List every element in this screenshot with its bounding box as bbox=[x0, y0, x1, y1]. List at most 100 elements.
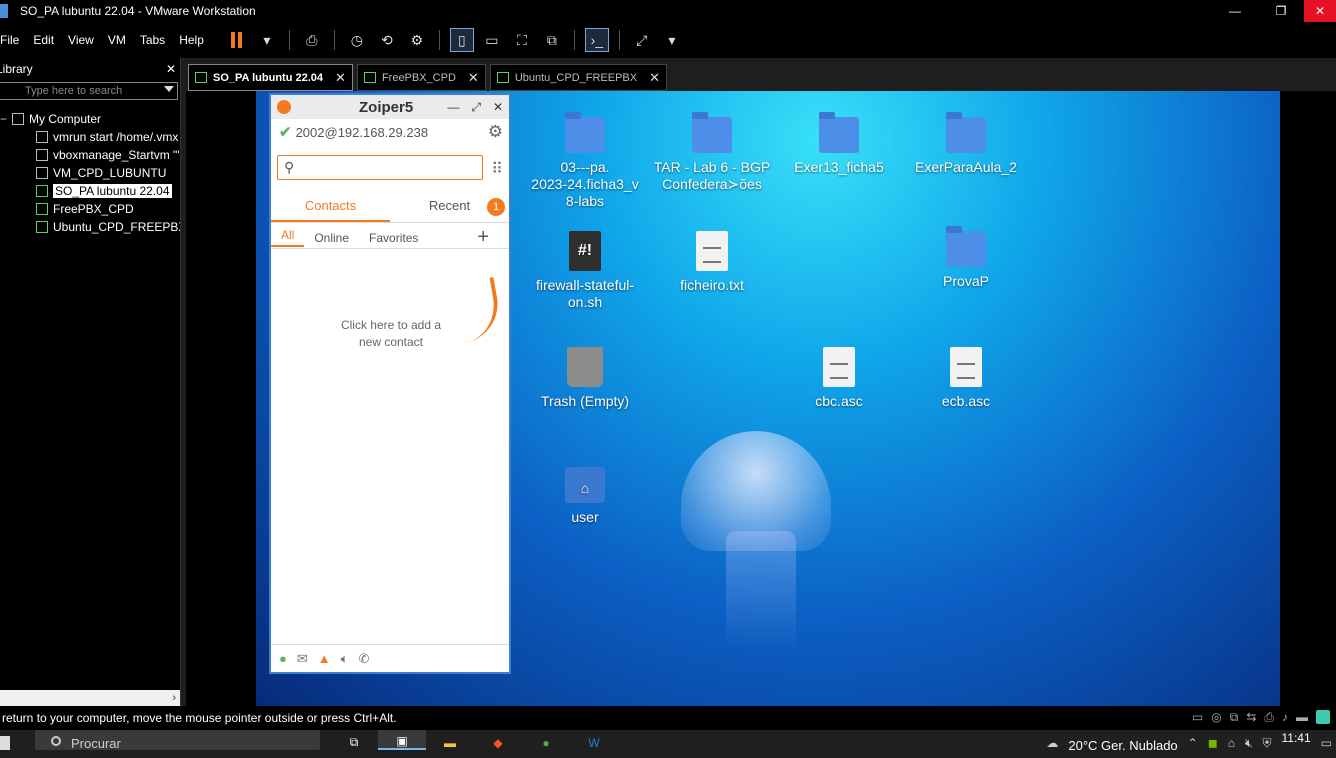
tab-contacts[interactable]: Contacts bbox=[271, 191, 390, 222]
tree-item-ubuntu-cpd-freepbx[interactable]: Ubuntu_CPD_FREEPBX bbox=[0, 218, 180, 236]
desktop-icon-folder[interactable]: TAR - Lab 6 - BGP Confedera≻ões bbox=[652, 112, 772, 193]
unity-icon[interactable]: ⧉ bbox=[540, 28, 564, 52]
zoiper-expand-icon[interactable]: ⤢ bbox=[471, 100, 481, 115]
messages-icon[interactable]: ✉ bbox=[297, 651, 308, 667]
menu-edit[interactable]: Edit bbox=[26, 33, 61, 47]
dialpad-icon[interactable]: ⠿ bbox=[491, 159, 503, 179]
tree-item-so-pa-lubuntu[interactable]: SO_PA lubuntu 22.04 bbox=[0, 182, 180, 200]
show-hidden-icons-icon[interactable]: ⌃ bbox=[1188, 736, 1198, 750]
zoiper-close-icon[interactable]: ✕ bbox=[493, 100, 503, 115]
stretch-guest-icon[interactable]: ⤢ bbox=[630, 28, 654, 52]
taskbar-search-placeholder: Procurar bbox=[71, 736, 121, 751]
thumbnail-bar-icon[interactable]: ▭ bbox=[480, 28, 504, 52]
menu-file[interactable]: File bbox=[0, 33, 26, 47]
contact-search-input[interactable]: ⚲ bbox=[277, 155, 483, 180]
send-ctrl-alt-del-icon[interactable]: ⎙ bbox=[300, 28, 324, 52]
add-contact-icon[interactable]: + bbox=[467, 226, 499, 249]
library-close-button[interactable]: ✕ bbox=[166, 62, 176, 76]
speaker-icon[interactable]: 🔈︎ bbox=[341, 651, 349, 667]
desktop-icon-home-folder[interactable]: ⌂ user bbox=[525, 467, 645, 526]
filter-all[interactable]: All bbox=[271, 228, 305, 247]
network-icon[interactable]: ⧉ bbox=[1230, 710, 1239, 725]
printer-icon[interactable]: ⎙ bbox=[1264, 710, 1274, 725]
power-dropdown-icon[interactable]: ▾ bbox=[255, 28, 279, 52]
maximize-button[interactable]: ❐ bbox=[1258, 0, 1304, 22]
close-button[interactable]: ✕ bbox=[1304, 0, 1336, 22]
scroll-right-icon[interactable]: › bbox=[172, 692, 176, 704]
filter-online[interactable]: Online bbox=[304, 231, 359, 245]
console-view-icon[interactable]: ›_ bbox=[584, 28, 609, 52]
tree-item-freepbx-cpd[interactable]: FreePBX_CPD bbox=[0, 200, 180, 218]
menu-tabs[interactable]: Tabs bbox=[133, 33, 172, 47]
minimize-button[interactable]: — bbox=[1212, 0, 1258, 22]
warning-icon[interactable]: ▲ bbox=[318, 651, 331, 666]
full-screen-icon[interactable]: ⛶ bbox=[510, 28, 534, 52]
taskbar-search-input[interactable]: Procurar bbox=[35, 730, 320, 751]
desktop-icon-folder[interactable]: ExerParaAula_2 bbox=[906, 112, 1026, 176]
desktop-icon-text-file[interactable]: ecb.asc bbox=[906, 347, 1026, 410]
desktop-icon-folder[interactable]: Exer13_ficha5 bbox=[779, 112, 899, 176]
folder-icon bbox=[819, 112, 859, 153]
menu-help[interactable]: Help bbox=[172, 33, 211, 47]
desktop-icon-text-file[interactable]: ficheiro.txt bbox=[652, 231, 772, 294]
security-icon[interactable]: ⛨ bbox=[1263, 736, 1272, 751]
brave-browser-icon[interactable]: ◆ bbox=[474, 730, 522, 750]
library-search-input[interactable]: Type here to search bbox=[0, 82, 178, 100]
stretch-dropdown-icon[interactable]: ▾ bbox=[660, 28, 684, 52]
task-view-icon[interactable]: ⧉ bbox=[330, 730, 378, 750]
pause-button[interactable] bbox=[225, 28, 249, 52]
tab-close-icon[interactable]: ✕ bbox=[335, 70, 346, 86]
start-button[interactable] bbox=[0, 736, 10, 750]
library-horizontal-scrollbar[interactable]: › bbox=[0, 690, 180, 706]
call-icon[interactable]: ✆ bbox=[358, 651, 369, 667]
display-icon[interactable]: ▬ bbox=[1296, 710, 1308, 725]
folder-icon bbox=[692, 112, 732, 153]
tree-item-label: VM_CPD_LUBUNTU bbox=[53, 166, 167, 180]
home-folder-icon: ⌂ bbox=[565, 467, 605, 503]
account-status[interactable]: ✔ 2002@192.168.29.238 ⚙ bbox=[271, 119, 509, 145]
revert-snapshot-icon[interactable]: ⟲ bbox=[375, 28, 399, 52]
filter-favorites[interactable]: Favorites bbox=[359, 231, 428, 245]
snapshot-manager-icon[interactable]: ⚙ bbox=[405, 28, 429, 52]
desktop-icon-text-file[interactable]: cbc.asc bbox=[779, 347, 899, 410]
gear-icon[interactable]: ⚙ bbox=[488, 122, 503, 142]
tab-so-pa-lubuntu[interactable]: SO_PA lubuntu 22.04 ✕ bbox=[188, 64, 353, 91]
word-icon[interactable]: W bbox=[570, 730, 618, 750]
folder-icon bbox=[946, 226, 986, 267]
tab-freepbx-cpd[interactable]: FreePBX_CPD ✕ bbox=[356, 64, 486, 91]
chrome-icon[interactable]: ● bbox=[522, 730, 570, 750]
tab-close-icon[interactable]: ✕ bbox=[649, 70, 660, 86]
volume-muted-icon[interactable]: 🔇︎ bbox=[1245, 736, 1253, 751]
show-library-icon[interactable]: ▯ bbox=[449, 28, 474, 52]
tree-item-vm-cpd-lubuntu[interactable]: VM_CPD_LUBUNTU bbox=[0, 164, 180, 182]
network-icon[interactable]: ⌂ bbox=[1228, 736, 1235, 750]
search-dropdown-icon[interactable] bbox=[164, 86, 174, 92]
vmware-taskbar-icon[interactable]: ▣ bbox=[378, 730, 426, 750]
cd-icon[interactable]: ◎ bbox=[1211, 710, 1221, 725]
desktop-icon-trash[interactable]: Trash (Empty) bbox=[525, 347, 645, 410]
menu-vm[interactable]: VM bbox=[101, 33, 133, 47]
sound-icon[interactable]: ♪ bbox=[1282, 710, 1288, 725]
tree-item-vmrun[interactable]: vmrun start /home/.vmx bbox=[0, 128, 180, 146]
status-ok-icon[interactable]: ● bbox=[279, 651, 287, 666]
usb-icon[interactable]: ⇆ bbox=[1246, 710, 1256, 725]
menu-view[interactable]: View bbox=[61, 33, 101, 47]
zoiper-minimize-icon[interactable]: — bbox=[447, 100, 459, 115]
tab-close-icon[interactable]: ✕ bbox=[468, 70, 479, 86]
snapshot-icon[interactable]: ◷ bbox=[345, 28, 369, 52]
desktop-icon-folder[interactable]: 03---pa. 2023-24.ficha3_v 8-labs bbox=[525, 112, 645, 210]
notification-icon[interactable]: ▭ bbox=[1321, 736, 1332, 750]
nvidia-icon[interactable]: ◼ bbox=[1208, 736, 1218, 750]
tab-ubuntu-cpd-freepbx[interactable]: Ubuntu_CPD_FREEPBX ✕ bbox=[489, 64, 668, 91]
clock[interactable]: 11:41 bbox=[1282, 731, 1311, 745]
collapse-icon[interactable]: − bbox=[0, 112, 12, 126]
add-contact-hint[interactable]: Click here to add a new contact bbox=[331, 317, 451, 351]
desktop-icon-script[interactable]: #! firewall-stateful- on.sh bbox=[525, 231, 645, 311]
hdd-icon[interactable]: ▭ bbox=[1192, 710, 1203, 725]
file-explorer-icon[interactable]: ▬ bbox=[426, 730, 474, 750]
message-log-icon[interactable] bbox=[1316, 710, 1330, 724]
weather-text[interactable]: 20°C Ger. Nublado bbox=[1068, 738, 1177, 753]
desktop-icon-folder[interactable]: ProvaP bbox=[906, 226, 1026, 290]
tree-item-my-computer[interactable]: − My Computer bbox=[0, 110, 180, 128]
tree-item-vboxmanage[interactable]: vboxmanage_Startvm "" bbox=[0, 146, 180, 164]
